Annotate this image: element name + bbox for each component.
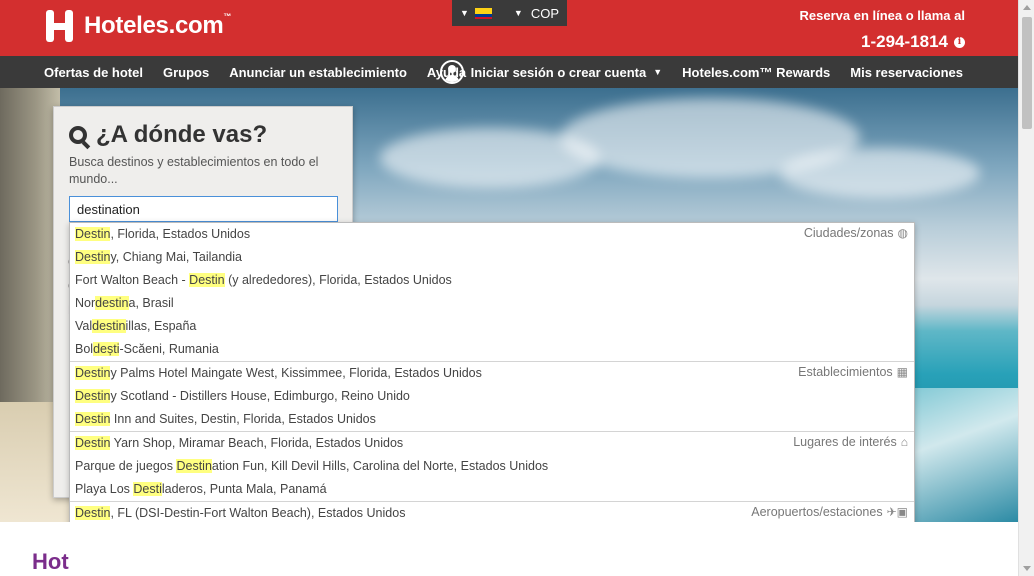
chevron-down-icon: ▼ [513, 8, 523, 18]
search-title: ¿A dónde vas? [69, 121, 267, 149]
group-label: Establecimientos ▦ [798, 365, 908, 379]
promo-logo-fragment: Hot [32, 549, 69, 574]
nav-reservations[interactable]: Mis reservaciones [850, 65, 963, 80]
scroll-thumb[interactable] [1022, 17, 1032, 129]
plane-train-icon: ✈▣ [886, 505, 908, 519]
user-avatar-icon [439, 60, 464, 84]
suggestion-item[interactable]: Destin Inn and Suites, Destin, Florida, … [70, 408, 914, 431]
suggestion-item[interactable]: Parque de juegos Destination Fun, Kill D… [70, 455, 914, 478]
search-subtitle: Busca destinos y establecimientos en tod… [69, 155, 319, 186]
below-fold: Hot [0, 522, 1018, 576]
suggestion-item[interactable]: Fort Walton Beach - Destin (y alrededore… [70, 269, 914, 292]
landmark-icon: ⌂ [900, 435, 908, 449]
logo-text: Hoteles.com™ [84, 12, 232, 39]
call-text: Reserva en línea o llama al [799, 8, 965, 23]
top-header: Hoteles.com™ ▼ ▼ COP Reserva en línea o … [0, 0, 1018, 56]
nav-hotel-deals[interactable]: Ofertas de hotel [44, 65, 143, 80]
suggestion-group: Lugares de interés ⌂ Destin Yarn Shop, Mir… [70, 431, 914, 501]
info-icon[interactable]: i [954, 36, 965, 48]
group-label: Lugares de interés ⌂ [793, 435, 908, 449]
suggestion-item[interactable]: Destin Yarn Shop, Miramar Beach, Florida… [70, 432, 914, 455]
locale-selector[interactable]: ▼ ▼ COP [452, 0, 567, 26]
suggestion-item[interactable]: Playa Los Destiladeros, Punta Mala, Pana… [70, 478, 914, 501]
nav-list-property[interactable]: Anunciar un establecimiento [229, 65, 407, 80]
logo-h-icon [44, 10, 76, 42]
suggestion-item[interactable]: Destin, Florida, Estados Unidos [70, 223, 914, 246]
nav-groups[interactable]: Grupos [163, 65, 209, 80]
main-nav: Ofertas de hotel Grupos Anunciar un esta… [0, 56, 1018, 88]
suggestion-item[interactable]: Boldești-Scăeni, Rumania [70, 338, 914, 361]
suggestion-item[interactable]: Valdestinillas, España [70, 315, 914, 338]
destination-input[interactable] [69, 196, 338, 222]
suggestion-item[interactable]: Destiny Palms Hotel Maingate West, Kissi… [70, 362, 914, 385]
chevron-down-icon: ▼ [460, 8, 469, 18]
nav-rewards[interactable]: Hoteles.com™ Rewards [682, 65, 830, 80]
suggestion-item[interactable]: Nordestina, Brasil [70, 292, 914, 315]
search-icon [69, 126, 87, 144]
currency-label: COP [530, 5, 560, 21]
scroll-down-icon[interactable] [1023, 566, 1031, 571]
chevron-down-icon: ▼ [653, 67, 663, 77]
page-scrollbar[interactable] [1018, 0, 1034, 576]
colombia-flag-icon [474, 7, 492, 19]
suggestion-item[interactable]: Destiny Scotland - Distillers House, Edi… [70, 385, 914, 408]
building-icon: ▦ [896, 365, 908, 379]
globe-icon: ◍ [897, 226, 908, 240]
group-label: Ciudades/zonas ◍ [803, 226, 908, 240]
suggestion-group: Ciudades/zonas ◍ Destin, Florida, Estados … [70, 223, 914, 361]
hoteles-logo[interactable]: Hoteles.com™ [44, 10, 231, 42]
signin-menu[interactable]: Iniciar sesión o crear cuenta ▼ [439, 60, 663, 84]
scroll-up-icon[interactable] [1023, 5, 1031, 10]
suggestion-group: Establecimientos ▦ Destiny Palms Hotel Mai… [70, 361, 914, 431]
phone-number[interactable]: 1-294-1814 i [800, 32, 965, 52]
group-label: Aeropuertos/estaciones ✈▣ [751, 505, 908, 519]
call-info: Reserva en línea o llama al 1-294-1814 i [800, 8, 965, 52]
suggestion-item[interactable]: Destiny, Chiang Mai, Tailandia [70, 246, 914, 269]
